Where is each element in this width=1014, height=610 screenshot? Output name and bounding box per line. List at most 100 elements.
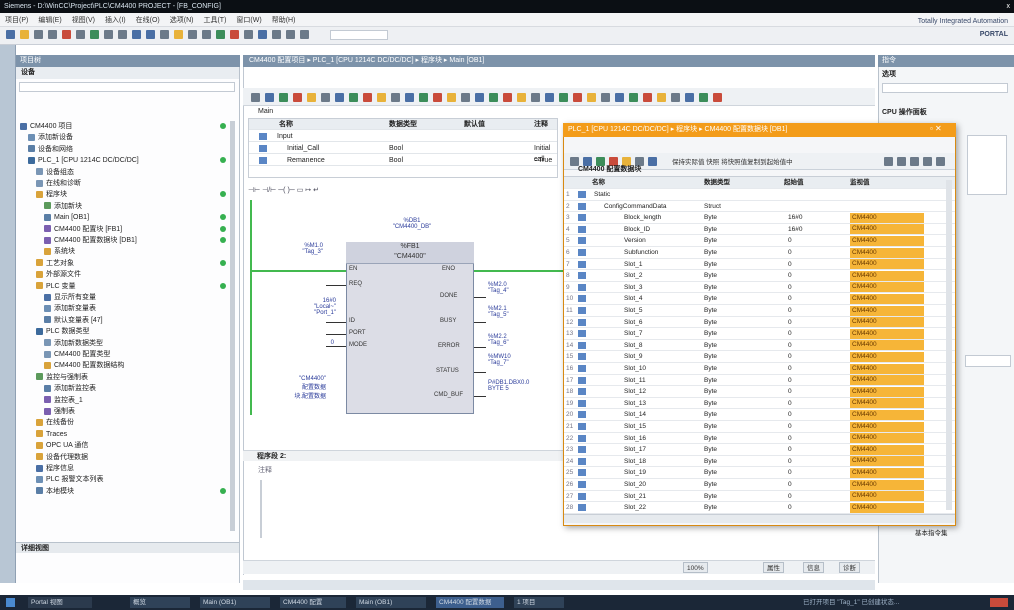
db-row[interactable]: 24 Slot_18 Byte 0 CM4400	[564, 456, 955, 468]
toolbar-icon[interactable]	[6, 30, 15, 39]
db-row[interactable]: 26 Slot_20 Byte 0 CM4400	[564, 479, 955, 491]
editor-tool-icon[interactable]	[559, 93, 568, 102]
db-var-monitor[interactable]: CM4400	[850, 224, 924, 235]
toolbar-icon[interactable]	[230, 30, 239, 39]
interface-row[interactable]: Input	[249, 131, 557, 142]
tree-item[interactable]: 在线备份	[16, 417, 228, 428]
tree-item[interactable]: 外部源文件	[16, 269, 228, 280]
tree-item[interactable]: 添加新设备	[16, 132, 228, 143]
fb-instance-db[interactable]: %DB1 "CM4400_DB"	[382, 218, 442, 230]
db-hscroll[interactable]	[564, 514, 955, 523]
editor-tool-icon[interactable]	[615, 93, 624, 102]
db-row[interactable]: 19 Slot_13 Byte 0 CM4400	[564, 398, 955, 410]
tree-item[interactable]: 工艺对象	[16, 258, 228, 269]
taskbar-item[interactable]: Main (OB1)	[200, 597, 270, 608]
tree-item[interactable]: 添加新变量表	[16, 303, 228, 314]
editor-tool-icon[interactable]	[349, 93, 358, 102]
toolbar-icon[interactable]	[62, 30, 71, 39]
db-row[interactable]: 17 Slot_11 Byte 0 CM4400	[564, 375, 955, 387]
editor-tool-icon[interactable]	[629, 93, 638, 102]
editor-tool-icon[interactable]	[321, 93, 330, 102]
toolbar-icon[interactable]	[48, 30, 57, 39]
db-row[interactable]: 22 Slot_16 Byte 0 CM4400	[564, 433, 955, 445]
db-var-monitor[interactable]: CM4400	[850, 433, 924, 444]
menu-item[interactable]: 项目(P)	[0, 14, 33, 28]
editor-tool-icon[interactable]	[699, 93, 708, 102]
menu-item[interactable]: 工具(T)	[198, 14, 231, 28]
tree-item[interactable]: CM4400 项目	[16, 121, 228, 132]
tree-item[interactable]: CM4400 配置数据块 [DB1]	[16, 235, 228, 246]
taskbar-item[interactable]: Main (OB1)	[356, 597, 426, 608]
fb-output-operand[interactable]: %M2.2 "Tag_6"	[488, 334, 509, 346]
db-row[interactable]: 20 Slot_14 Byte 0 CM4400	[564, 409, 955, 421]
close-icon[interactable]: x	[1007, 0, 1011, 13]
menu-item[interactable]: 编辑(E)	[33, 14, 66, 28]
editor-tool-icon[interactable]	[517, 93, 526, 102]
windows-start-icon[interactable]	[6, 598, 15, 607]
fb-input-operand[interactable]: "CM4400" 配置数据 块.配置数据	[276, 376, 326, 400]
menu-item[interactable]: 窗口(W)	[231, 14, 266, 28]
editor-tool-icon[interactable]	[293, 93, 302, 102]
db-var-monitor[interactable]: CM4400	[850, 212, 924, 223]
project-tree-search[interactable]	[19, 82, 235, 92]
taskbar-item[interactable]: Portal 视图	[28, 597, 92, 608]
tree-item[interactable]: 设备和网络	[16, 144, 228, 155]
db-row[interactable]: 15 Slot_9 Byte 0 CM4400	[564, 351, 955, 363]
diag-button[interactable]: 诊断	[839, 562, 860, 573]
db-var-monitor[interactable]: CM4400	[850, 328, 924, 339]
db-row[interactable]: 27 Slot_21 Byte 0 CM4400	[564, 491, 955, 503]
editor-tool-icon[interactable]	[391, 93, 400, 102]
db-var-monitor[interactable]: CM4400	[850, 456, 924, 467]
editor-tool-icon[interactable]	[419, 93, 428, 102]
toolbar-icon[interactable]	[244, 30, 253, 39]
db-var-monitor[interactable]: CM4400	[850, 293, 924, 304]
editor-tool-icon[interactable]	[503, 93, 512, 102]
popup-window-controls[interactable]: ▫ ✕	[930, 124, 952, 136]
editor-tool-icon[interactable]	[475, 93, 484, 102]
interface-row[interactable]: Initial_Call Bool Initial call	[249, 143, 557, 163]
toolbar-icon[interactable]	[118, 30, 127, 39]
toolbar-icon[interactable]	[272, 30, 281, 39]
db-tool-icon[interactable]	[923, 157, 932, 166]
tree-item[interactable]: PLC 数据类型	[16, 326, 228, 337]
db-row[interactable]: 3 Block_length Byte 16#0 CM4400	[564, 212, 955, 224]
tree-item[interactable]: 设备组态	[16, 167, 228, 178]
db-tool-icon[interactable]	[884, 157, 893, 166]
db-tool-icon[interactable]	[648, 157, 657, 166]
db-row[interactable]: 1 Static	[564, 189, 955, 201]
fb-output-operand[interactable]: %MW10 "Tag_7"	[488, 354, 511, 366]
editor-tool-icon[interactable]	[377, 93, 386, 102]
db-var-monitor[interactable]: CM4400	[850, 363, 924, 374]
editor-tool-icon[interactable]	[657, 93, 666, 102]
editor-tool-icon[interactable]	[433, 93, 442, 102]
tree-item[interactable]: Main [OB1]	[16, 212, 228, 223]
editor-tool-icon[interactable]	[279, 93, 288, 102]
editor-tool-icon[interactable]	[405, 93, 414, 102]
menu-item[interactable]: 帮助(H)	[267, 14, 301, 28]
editor-tool-icon[interactable]	[643, 93, 652, 102]
db-row[interactable]: 13 Slot_7 Byte 0 CM4400	[564, 328, 955, 340]
menu-item[interactable]: 在线(O)	[131, 14, 165, 28]
tree-item[interactable]: CM4400 配置数据结构	[16, 360, 228, 371]
db-var-monitor[interactable]: CM4400	[850, 375, 924, 386]
toolbar-icon[interactable]	[104, 30, 113, 39]
db-row[interactable]: 5 Version Byte 0 CM4400	[564, 235, 955, 247]
tree-item[interactable]: CM4400 配置类型	[16, 349, 228, 360]
tree-item[interactable]: 强制表	[16, 406, 228, 417]
lad-toolbar[interactable]: ⊣⊢ ⊣/⊢ ─( )─ ▭ ↦ ↵	[248, 186, 378, 195]
tree-item[interactable]: 监控表_1	[16, 395, 228, 406]
tree-item[interactable]: 设备代理数据	[16, 452, 228, 463]
editor-tool-icon[interactable]	[545, 93, 554, 102]
tree-item[interactable]: 在线和诊断	[16, 178, 228, 189]
tree-item[interactable]: PLC_1 [CPU 1214C DC/DC/DC]	[16, 155, 228, 166]
tray-icon[interactable]	[990, 598, 1008, 607]
editor-tool-icon[interactable]	[335, 93, 344, 102]
tree-item[interactable]: 本地模块	[16, 486, 228, 497]
zoom-select[interactable]: 100%	[683, 562, 708, 573]
taskbar-item[interactable]: CM4400 配置数据	[436, 597, 504, 608]
editor-tool-icon[interactable]	[531, 93, 540, 102]
cpu-buttons[interactable]	[967, 135, 1007, 195]
menu-item[interactable]: 插入(I)	[100, 14, 131, 28]
toolbar-icon[interactable]	[20, 30, 29, 39]
editor-tool-icon[interactable]	[685, 93, 694, 102]
